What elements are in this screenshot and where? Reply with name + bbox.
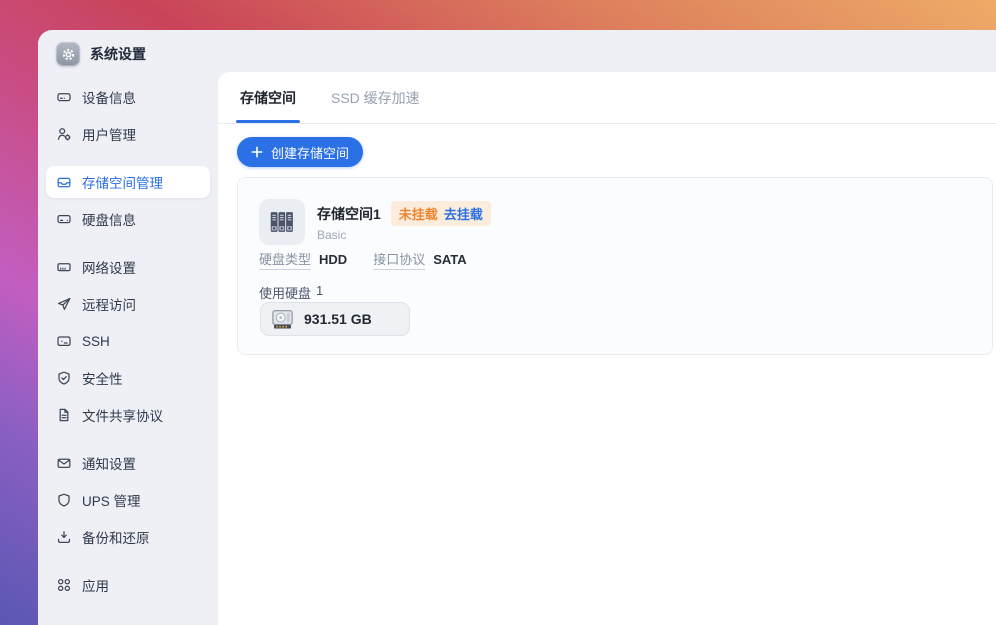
tab-label: 存储空间 xyxy=(240,89,296,106)
sidebar-item-network-settings[interactable]: 网络设置 xyxy=(46,251,210,283)
app-title: 系统设置 xyxy=(90,46,146,62)
tab-storage-space[interactable]: 存储空间 xyxy=(236,72,300,123)
sidebar-item-label: 远程访问 xyxy=(82,298,136,313)
gear-icon xyxy=(56,42,80,66)
sidebar-item-notification-settings[interactable]: 通知设置 xyxy=(46,447,210,479)
spec-value: SATA xyxy=(433,252,467,267)
spec-interface: 接口协议 SATA xyxy=(373,249,467,270)
storage-inbox-icon xyxy=(56,174,72,190)
paper-plane-icon xyxy=(56,296,72,312)
sidebar-item-label: 应用 xyxy=(82,579,109,594)
main-panel: 存储空间 SSD 缓存加速 创建存储空间 存储空间1 未挂载 去挂载 Basic… xyxy=(218,72,996,625)
sidebar-item-label: 网络设置 xyxy=(82,261,136,276)
plus-icon xyxy=(251,146,263,158)
sidebar-item-label: 文件共享协议 xyxy=(82,409,163,424)
sidebar-item-label: 设备信息 xyxy=(82,91,136,106)
mount-status-badge: 未挂载 去挂载 xyxy=(390,201,491,226)
sidebar-item-disk-info[interactable]: 硬盘信息 xyxy=(46,203,210,235)
sidebar-item-label: 安全性 xyxy=(82,372,123,387)
used-disks-count: 1 xyxy=(316,283,324,298)
pool-name: 存储空间1 xyxy=(317,205,381,222)
apps-grid-icon xyxy=(56,577,72,593)
sidebar-item-backup-restore[interactable]: 备份和还原 xyxy=(46,521,210,553)
app-header: 系统设置 xyxy=(38,30,218,70)
download-tray-icon xyxy=(56,529,72,545)
sidebar-item-security[interactable]: 安全性 xyxy=(46,362,210,394)
system-settings-window: 系统设置 设备信息 用户管理 存储空间管理 硬盘信息 网络设置 远程访问 SSH… xyxy=(38,30,996,625)
used-disks-text: 使用硬盘 xyxy=(259,286,312,301)
spec-label: 接口协议 xyxy=(373,249,426,270)
tab-label: SSD 缓存加速 xyxy=(331,89,420,106)
hdd-icon xyxy=(270,307,295,332)
spec-value: HDD xyxy=(319,252,348,267)
used-disks-label: 使用硬盘 1 xyxy=(259,283,323,302)
sidebar-item-label: 硬盘信息 xyxy=(82,213,136,228)
spec-disk-type: 硬盘类型 HDD xyxy=(259,249,347,270)
user-gear-icon xyxy=(56,126,72,142)
sidebar-item-file-sharing[interactable]: 文件共享协议 xyxy=(46,399,210,431)
sidebar-item-label: 通知设置 xyxy=(82,457,136,472)
disk-array-icon xyxy=(259,199,305,245)
network-device-icon xyxy=(56,259,72,275)
terminal-icon xyxy=(56,333,72,349)
tab-bar: 存储空间 SSD 缓存加速 xyxy=(218,72,996,124)
spec-label: 硬盘类型 xyxy=(259,249,312,270)
mount-action-link[interactable]: 去挂载 xyxy=(444,204,483,223)
sidebar-item-storage-management[interactable]: 存储空间管理 xyxy=(46,166,210,198)
shield-icon xyxy=(56,492,72,508)
sidebar-item-label: UPS 管理 xyxy=(82,494,141,509)
sidebar-item-label: SSH xyxy=(82,333,110,349)
pool-raid-type: Basic xyxy=(317,228,347,242)
sidebar: 系统设置 设备信息 用户管理 存储空间管理 硬盘信息 网络设置 远程访问 SSH… xyxy=(38,30,218,625)
desktop-background: 系统设置 设备信息 用户管理 存储空间管理 硬盘信息 网络设置 远程访问 SSH… xyxy=(0,0,996,625)
sidebar-item-apps[interactable]: 应用 xyxy=(46,569,210,601)
create-storage-button-label: 创建存储空间 xyxy=(271,145,350,161)
unmounted-status: 未挂载 xyxy=(398,207,438,222)
sidebar-item-ups-management[interactable]: UPS 管理 xyxy=(46,484,210,516)
hard-disk-icon xyxy=(56,211,72,227)
disk-capacity: 931.51 GB xyxy=(304,311,372,327)
sidebar-item-label: 存储空间管理 xyxy=(82,176,163,191)
sidebar-item-device-info[interactable]: 设备信息 xyxy=(46,81,210,113)
disk-chip[interactable]: 931.51 GB xyxy=(260,302,410,336)
sidebar-item-ssh[interactable]: SSH xyxy=(46,325,210,357)
pool-specs: 硬盘类型 HDD 接口协议 SATA xyxy=(259,249,467,270)
sidebar-nav: 设备信息 用户管理 存储空间管理 硬盘信息 网络设置 远程访问 SSH 安全性 … xyxy=(38,70,218,601)
create-storage-button[interactable]: 创建存储空间 xyxy=(237,137,364,167)
sidebar-item-label: 用户管理 xyxy=(82,128,136,143)
sidebar-item-label: 备份和还原 xyxy=(82,531,150,546)
storage-pool-card[interactable]: 存储空间1 未挂载 去挂载 Basic 硬盘类型 HDD 接口协议 SATA 使… xyxy=(237,177,993,355)
shield-check-icon xyxy=(56,370,72,386)
document-icon xyxy=(56,407,72,423)
tab-ssd-cache[interactable]: SSD 缓存加速 xyxy=(331,72,420,123)
pool-header: 存储空间1 未挂载 去挂载 xyxy=(317,201,491,226)
sidebar-item-remote-access[interactable]: 远程访问 xyxy=(46,288,210,320)
server-icon xyxy=(56,89,72,105)
sidebar-item-user-management[interactable]: 用户管理 xyxy=(46,118,210,150)
envelope-icon xyxy=(56,455,72,471)
